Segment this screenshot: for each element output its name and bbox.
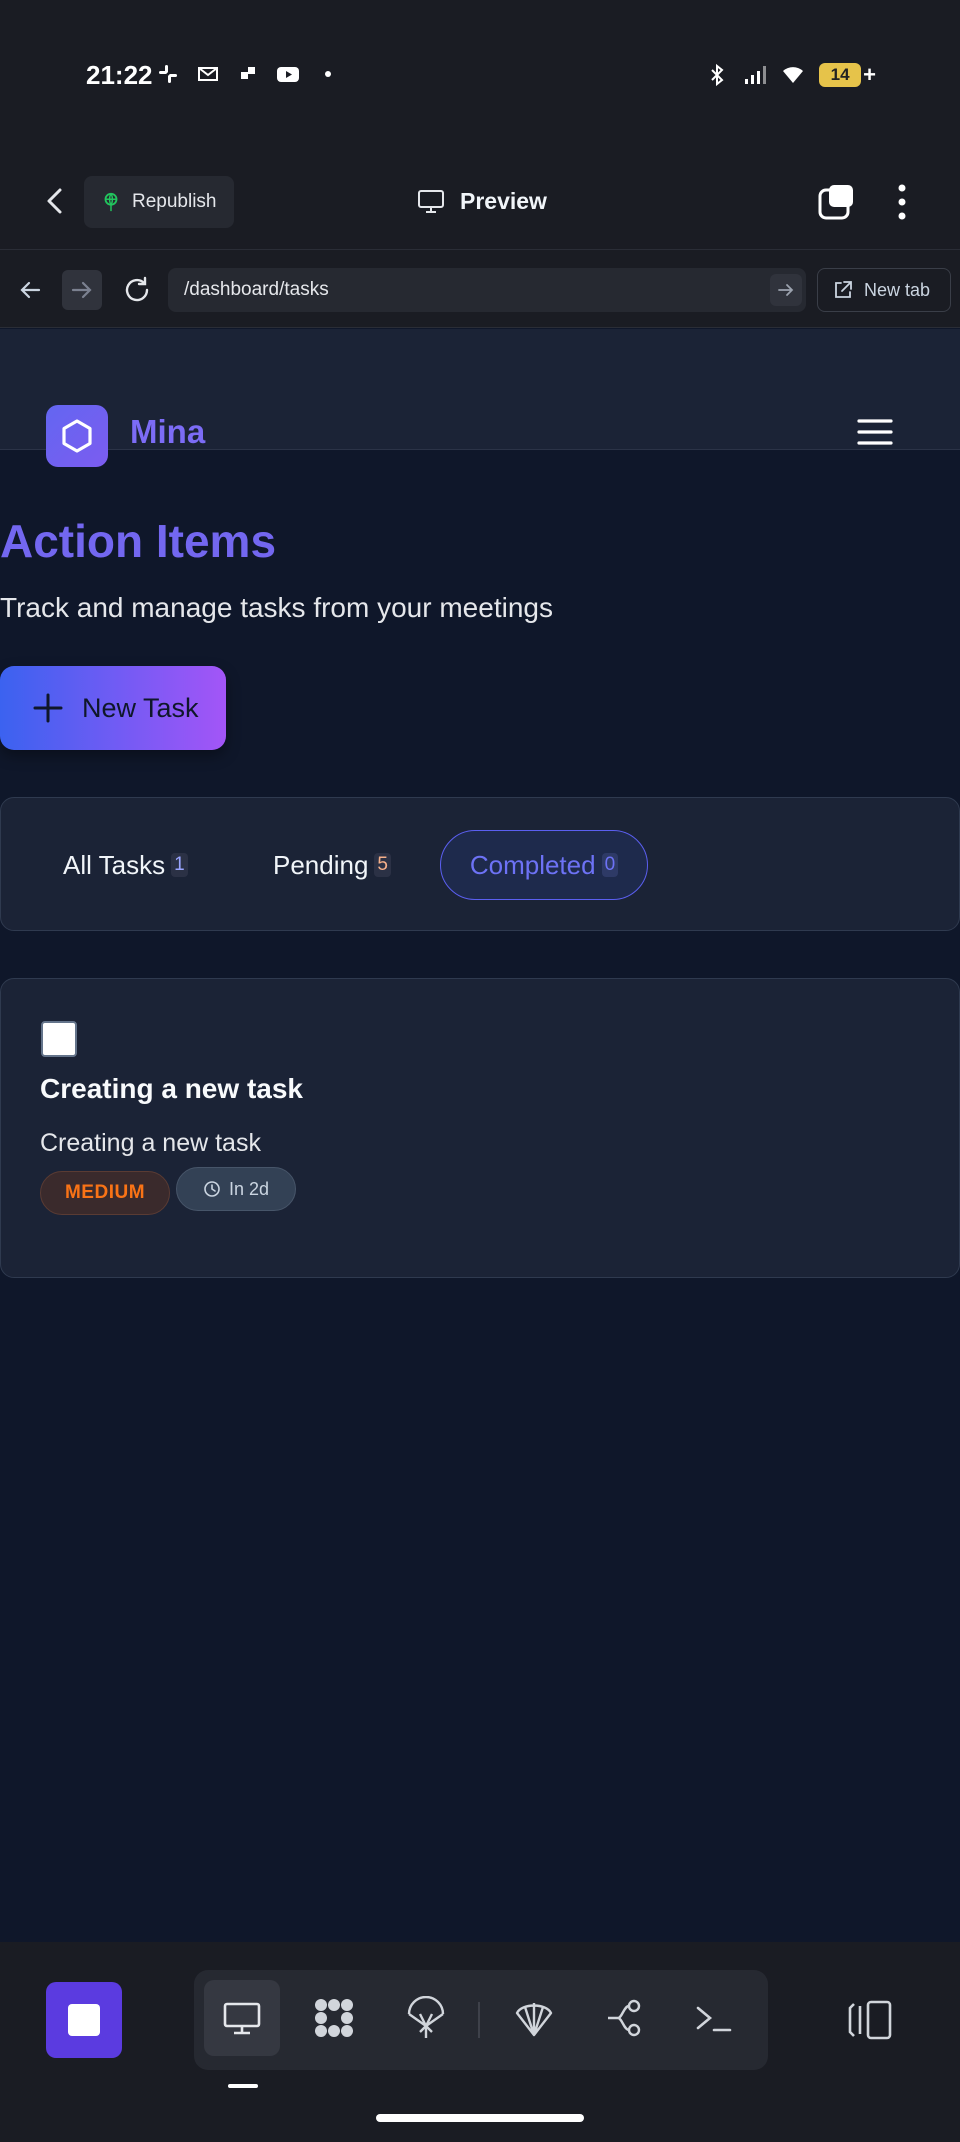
- gmail-icon: [198, 67, 218, 81]
- battery-level: 14: [819, 63, 862, 87]
- tab-label: Pending: [273, 849, 369, 880]
- due-label: In 2d: [228, 1178, 270, 1199]
- reload-button[interactable]: [117, 270, 157, 310]
- url-input[interactable]: /dashboard/tasks: [168, 268, 806, 312]
- brand-name[interactable]: Mina: [130, 413, 205, 451]
- brand-logo[interactable]: [46, 405, 108, 467]
- bottom-toolbar: [0, 1942, 960, 2142]
- preview-tool-button[interactable]: [204, 1980, 280, 2056]
- republish-icon: [104, 192, 118, 212]
- monitor-icon: [418, 190, 444, 213]
- go-button[interactable]: [770, 274, 802, 306]
- teams-icon: [241, 67, 255, 79]
- arrow-right-icon: [71, 281, 92, 299]
- console-tool-button[interactable]: [676, 1980, 752, 2056]
- tab-completed[interactable]: Completed 0: [440, 830, 648, 900]
- wifi-icon: [783, 67, 804, 83]
- signal-icon: [745, 66, 767, 84]
- youtube-icon: [277, 67, 299, 82]
- nav-forward-button[interactable]: [62, 270, 102, 310]
- puzzle-grid-icon: [315, 1999, 353, 2037]
- tab-all-tasks[interactable]: All Tasks 1: [63, 830, 188, 900]
- git-branch-icon: [608, 1999, 641, 2037]
- stop-icon: [68, 2004, 100, 2036]
- stop-button[interactable]: [46, 1982, 122, 2058]
- plus-icon: [33, 693, 63, 723]
- deploy-tool-button[interactable]: [388, 1980, 464, 2056]
- external-link-icon: [835, 281, 852, 298]
- new-tab-label: New tab: [864, 279, 931, 300]
- agents-tool-button[interactable]: [296, 1980, 372, 2056]
- task-description: Creating a new task: [40, 1129, 261, 1157]
- arrow-left-icon: [20, 281, 41, 299]
- battery-icon: 14 +: [819, 62, 876, 88]
- url-bar: /dashboard/tasks New tab: [0, 250, 960, 328]
- dot-icon: [325, 71, 331, 77]
- terminal-icon: [696, 2006, 732, 2032]
- monitor-icon: [223, 2002, 261, 2035]
- new-tab-button[interactable]: New tab: [817, 268, 951, 312]
- home-indicator[interactable]: [376, 2114, 584, 2122]
- status-bar: 21:22 14 +: [0, 0, 960, 150]
- more-vertical-icon[interactable]: [890, 180, 914, 224]
- slack-icon: [159, 65, 177, 83]
- arrow-right-icon: [778, 284, 794, 296]
- nav-back-button[interactable]: [10, 270, 50, 310]
- new-task-button[interactable]: New Task: [0, 666, 226, 750]
- hexagon-icon: [62, 419, 92, 453]
- task-checkbox[interactable]: [41, 1021, 77, 1057]
- clock-icon: [204, 1181, 220, 1197]
- task-title[interactable]: Creating a new task: [40, 1073, 303, 1105]
- side-panel-icon[interactable]: [846, 1996, 894, 2044]
- tab-count: 0: [601, 853, 619, 877]
- url-text: /dashboard/tasks: [184, 279, 329, 300]
- preview-title: Preview: [416, 186, 547, 216]
- tab-label: All Tasks: [63, 849, 166, 880]
- hamburger-menu-icon[interactable]: [856, 417, 894, 447]
- tab-label: Completed: [469, 849, 596, 880]
- republish-button[interactable]: Republish: [84, 176, 234, 228]
- git-tool-button[interactable]: [588, 1980, 664, 2056]
- active-tool-indicator: [228, 2084, 258, 2088]
- tabs-switcher-icon[interactable]: [816, 182, 856, 222]
- republish-label: Republish: [132, 191, 217, 212]
- back-chevron-icon[interactable]: [36, 182, 74, 220]
- page-subtitle: Track and manage tasks from your meeting…: [0, 592, 553, 623]
- shell-tool-button[interactable]: [496, 1980, 572, 2056]
- parachute-icon: [407, 1996, 445, 2038]
- reload-icon: [125, 276, 149, 302]
- task-card: Creating a new task Creating a new task …: [0, 978, 960, 1278]
- tab-count: 1: [171, 853, 188, 877]
- tab-pending[interactable]: Pending 5: [273, 830, 391, 900]
- new-task-label: New Task: [82, 692, 199, 723]
- tab-count: 5: [374, 853, 391, 877]
- priority-badge: MEDIUM: [40, 1171, 170, 1215]
- tool-group: [194, 1970, 768, 2070]
- page-title: Action Items: [0, 515, 277, 567]
- app-header: Republish Preview: [0, 150, 960, 250]
- toolbar-divider: [478, 2002, 480, 2038]
- status-time: 21:22: [86, 60, 153, 90]
- preview-label: Preview: [460, 187, 547, 214]
- due-badge: In 2d: [176, 1167, 296, 1211]
- bluetooth-icon: [711, 63, 724, 87]
- shell-icon: [515, 2003, 553, 2037]
- filter-tabs: All Tasks 1 Pending 5 Completed 0: [0, 797, 960, 931]
- site-navbar: Mina: [0, 329, 960, 467]
